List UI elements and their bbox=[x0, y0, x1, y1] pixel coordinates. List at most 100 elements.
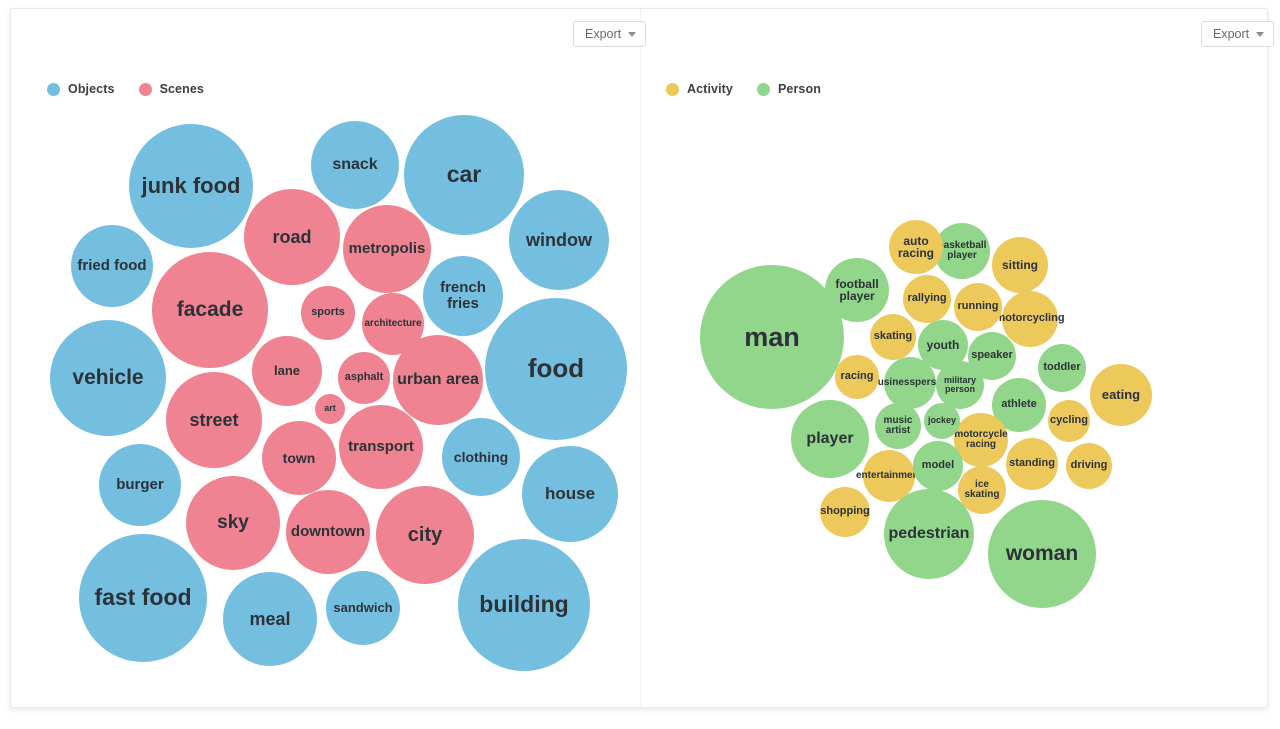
bubble-fried-food[interactable]: fried food bbox=[71, 225, 153, 307]
bubble-label: ice skating bbox=[964, 478, 1000, 500]
bubble-junk-food[interactable]: junk food bbox=[129, 124, 253, 248]
bubble-label: sports bbox=[311, 306, 345, 319]
bubble-eating[interactable]: eating bbox=[1090, 364, 1152, 426]
bubble-label: man bbox=[744, 321, 800, 352]
bubble-label: woman bbox=[1005, 542, 1079, 566]
bubble-label: food bbox=[527, 353, 585, 384]
bubble-label: shopping bbox=[820, 505, 870, 518]
bubble-music-artist[interactable]: music artist bbox=[875, 403, 921, 449]
bubble-food[interactable]: food bbox=[485, 298, 627, 440]
bubble-sitting[interactable]: sitting bbox=[992, 237, 1048, 293]
bubble-model[interactable]: model bbox=[913, 441, 963, 491]
bubble-label: asphalt bbox=[344, 371, 384, 384]
bubble-facade[interactable]: facade bbox=[152, 252, 268, 368]
bubble-label: window bbox=[526, 229, 592, 250]
bubble-lane[interactable]: lane bbox=[252, 336, 322, 406]
bubble-road[interactable]: road bbox=[244, 189, 340, 285]
bubble-ice-skating[interactable]: ice skating bbox=[958, 466, 1006, 514]
bubble-man[interactable]: man bbox=[700, 265, 844, 409]
bubble-sandwich[interactable]: sandwich bbox=[326, 571, 400, 645]
bubble-entertainment[interactable]: entertainment bbox=[856, 450, 922, 502]
bubble-transport[interactable]: transport bbox=[339, 405, 423, 489]
bubble-auto-racing[interactable]: auto racing bbox=[889, 220, 943, 274]
bubble-city[interactable]: city bbox=[376, 486, 474, 584]
panel-objects-scenes: Export Objects Scenes junk food snack car f… bbox=[11, 9, 647, 709]
bubble-label: road bbox=[272, 226, 312, 247]
bubble-fast-food[interactable]: fast food bbox=[79, 534, 207, 662]
bubble-art[interactable]: art bbox=[315, 394, 345, 424]
bubble-football-player[interactable]: football player bbox=[825, 258, 889, 322]
bubble-downtown[interactable]: downtown bbox=[286, 490, 370, 574]
bubble-label: building bbox=[479, 591, 569, 618]
bubble-label: city bbox=[407, 523, 443, 546]
bubble-window[interactable]: window bbox=[509, 190, 609, 290]
bubble-architecture[interactable]: architecture bbox=[362, 293, 424, 355]
bubble-label: basketball player bbox=[937, 239, 987, 261]
bubble-clothing[interactable]: clothing bbox=[442, 418, 520, 496]
bubble-label: military person bbox=[943, 374, 976, 394]
bubble-meal[interactable]: meal bbox=[223, 572, 317, 666]
bubble-label: player bbox=[806, 429, 854, 447]
bubble-label: football player bbox=[835, 276, 879, 303]
bubble-street[interactable]: street bbox=[166, 372, 262, 468]
bubble-military-person[interactable]: military person bbox=[936, 361, 984, 409]
bubble-label: urban area bbox=[397, 370, 479, 388]
bubble-label: model bbox=[921, 459, 955, 472]
bubble-label: rallying bbox=[907, 292, 947, 305]
bubble-label: motorcycle racing bbox=[954, 428, 1008, 450]
bubble-label: house bbox=[544, 484, 596, 504]
bubble-label: sandwich bbox=[333, 600, 393, 616]
bubble-pedestrian[interactable]: pedestrian bbox=[884, 489, 974, 579]
bubble-label: transport bbox=[348, 438, 414, 456]
bubble-car[interactable]: car bbox=[404, 115, 524, 235]
bubble-label: fast food bbox=[94, 584, 192, 611]
bubble-label: jockey bbox=[927, 415, 957, 426]
bubble-label: burger bbox=[116, 476, 164, 494]
bubble-label: pedestrian bbox=[888, 524, 970, 542]
bubble-asphalt[interactable]: asphalt bbox=[338, 352, 390, 404]
bubble-label: downtown bbox=[290, 523, 366, 541]
bubble-label: facade bbox=[176, 298, 244, 322]
bubble-standing[interactable]: standing bbox=[1006, 438, 1058, 490]
bubble-player[interactable]: player bbox=[791, 400, 869, 478]
bubble-shopping[interactable]: shopping bbox=[820, 487, 870, 537]
bubble-label: clothing bbox=[453, 448, 509, 465]
bubble-label: street bbox=[189, 409, 239, 430]
bubble-cycling[interactable]: cycling bbox=[1048, 400, 1090, 442]
bubble-motorcycling[interactable]: motorcycling bbox=[995, 291, 1065, 347]
bubble-snack[interactable]: snack bbox=[311, 121, 399, 209]
bubble-sports[interactable]: sports bbox=[301, 286, 355, 340]
bubble-sky[interactable]: sky bbox=[186, 476, 280, 570]
bubble-metropolis[interactable]: metropolis bbox=[343, 205, 431, 293]
bubble-building[interactable]: building bbox=[458, 539, 590, 671]
bubble-label: meal bbox=[249, 608, 291, 629]
bubble-label: lane bbox=[273, 363, 300, 379]
bubble-label: youth bbox=[926, 337, 960, 352]
bubble-chart-objects-scenes: junk food snack car fried food road metropoli… bbox=[11, 9, 640, 709]
bubble-label: art bbox=[324, 403, 336, 414]
bubble-burger[interactable]: burger bbox=[99, 444, 181, 526]
bubble-label: sky bbox=[217, 512, 249, 534]
bubble-toddler[interactable]: toddler bbox=[1038, 344, 1086, 392]
bubble-label: architecture bbox=[364, 317, 422, 329]
bubble-label: entertainment bbox=[855, 469, 923, 481]
bubble-running[interactable]: running bbox=[954, 283, 1002, 331]
bubble-label: toddler bbox=[1043, 361, 1081, 374]
bubble-label: snack bbox=[332, 155, 378, 173]
bubble-label: motorcycling bbox=[995, 312, 1065, 325]
bubble-rallying[interactable]: rallying bbox=[903, 275, 951, 323]
bubble-driving[interactable]: driving bbox=[1066, 443, 1112, 489]
bubble-label: athlete bbox=[1001, 398, 1037, 411]
bubble-vehicle[interactable]: vehicle bbox=[50, 320, 166, 436]
bubble-french-fries[interactable]: french fries bbox=[423, 256, 503, 336]
bubble-woman[interactable]: woman bbox=[988, 500, 1096, 608]
app-root: Export Objects Scenes junk food snack car f… bbox=[0, 0, 1280, 729]
bubble-house[interactable]: house bbox=[522, 446, 618, 542]
bubble-racing[interactable]: racing bbox=[835, 355, 879, 399]
bubble-jockey[interactable]: jockey bbox=[924, 403, 960, 439]
bubble-skating[interactable]: skating bbox=[870, 314, 916, 360]
bubble-town[interactable]: town bbox=[262, 421, 336, 495]
bubble-chart-activity-person: auto racing basketball player sitting footb… bbox=[640, 9, 1269, 709]
dashboard-card: Export Objects Scenes junk food snack car f… bbox=[10, 8, 1275, 709]
bubble-label: driving bbox=[1070, 459, 1108, 472]
